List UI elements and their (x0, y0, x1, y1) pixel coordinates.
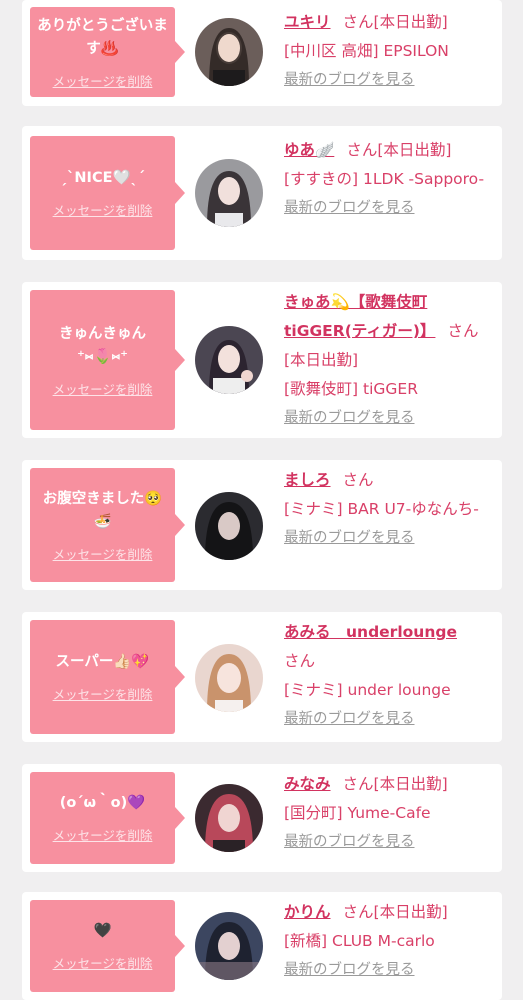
blog-link[interactable]: 最新のブログを見る (284, 828, 496, 857)
message-bubble: 🖤 メッセージを削除 (30, 900, 175, 992)
cast-honorific: さん[本日出勤] (342, 13, 448, 31)
message-card: 🖤 メッセージを削除 かりん さん[本日出勤] [新橋] CLUB M-carlo… (22, 892, 502, 1000)
cast-name-link[interactable]: あみる underlounge (284, 623, 457, 641)
message-text: お腹空きました🥺🍜 (42, 490, 163, 530)
cast-honorific: さん (284, 652, 316, 670)
shop-name: [中川区 高畑] EPSILON (284, 42, 449, 60)
shop-name: [歌舞伎町] tiGGER (284, 380, 418, 398)
cast-name-link[interactable]: ましろ (284, 471, 331, 489)
message-card: ありがとうございます♨️ メッセージを削除 ユキリ さん[本日出勤] [中川区 高… (22, 0, 502, 106)
cast-name-link[interactable]: かりん (284, 903, 331, 921)
cast-name-link[interactable]: ゆあ🪽 (284, 141, 334, 159)
cast-name-link[interactable]: ユキリ (284, 13, 331, 31)
blog-link[interactable]: 最新のブログを見る (284, 956, 496, 985)
message-bubble: (o´ω｀o)💜 メッセージを削除 (30, 772, 175, 864)
avatar[interactable] (195, 644, 263, 712)
delete-message-link[interactable]: メッセージを削除 (53, 379, 153, 398)
blog-link[interactable]: 最新のブログを見る (284, 66, 496, 95)
shop-name: [新橋] CLUB M-carlo (284, 932, 435, 950)
shop-name: [ミナミ] BAR U7-ゆなんち- (284, 500, 479, 518)
avatar[interactable] (195, 784, 263, 852)
message-text: スーパー👍🏻💖 (55, 654, 150, 670)
message-card: きゅんきゅん⁺⑅🌷⑅⁺ メッセージを削除 きゅあ💫【歌舞伎町tiGGER(ティガ… (22, 282, 502, 438)
avatar[interactable] (195, 18, 263, 86)
message-bubble: ありがとうございます♨️ メッセージを削除 (30, 7, 175, 97)
blog-link[interactable]: 最新のブログを見る (284, 194, 496, 223)
message-text: きゅんきゅん⁺⑅🌷⑅⁺ (59, 325, 146, 365)
cast-info: あみる underlounge さん [ミナミ] under lounge 最新… (284, 618, 496, 734)
cast-honorific: さん[本日出勤] (346, 141, 452, 159)
delete-message-link[interactable]: メッセージを削除 (53, 71, 153, 90)
message-text: 🖤 (93, 923, 112, 939)
cast-name-link[interactable]: みなみ (284, 775, 331, 793)
cast-info: みなみ さん[本日出勤] [国分町] Yume-Cafe 最新のブログを見る (284, 770, 496, 857)
message-text: (o´ω｀o)💜 (59, 795, 146, 811)
message-card: スーパー👍🏻💖 メッセージを削除 あみる underlounge さん [ミナミ… (22, 612, 502, 742)
cast-honorific: さん (342, 471, 374, 489)
delete-message-link[interactable]: メッセージを削除 (53, 200, 153, 219)
cast-name-link[interactable]: きゅあ💫【歌舞伎町tiGGER(ティガー)】 (284, 293, 435, 340)
message-card: ˏˋNICE🤍ˎˊ メッセージを削除 ゆあ🪽 さん[本日出勤] [すすきの] 1L… (22, 126, 502, 260)
cast-info: きゅあ💫【歌舞伎町tiGGER(ティガー)】 さん[本日出勤] [歌舞伎町] ti… (284, 288, 496, 433)
cast-honorific: さん[本日出勤] (342, 775, 448, 793)
cast-info: ゆあ🪽 さん[本日出勤] [すすきの] 1LDK -Sapporo- 最新のブログ… (284, 136, 496, 223)
message-card: (o´ω｀o)💜 メッセージを削除 みなみ さん[本日出勤] [国分町] Yume… (22, 764, 502, 872)
blog-link[interactable]: 最新のブログを見る (284, 705, 496, 734)
message-card: お腹空きました🥺🍜 メッセージを削除 ましろ さん [ミナミ] BAR U7-ゆな… (22, 460, 502, 590)
delete-message-link[interactable]: メッセージを削除 (53, 825, 153, 844)
cast-info: ユキリ さん[本日出勤] [中川区 高畑] EPSILON 最新のブログを見る (284, 8, 496, 95)
avatar[interactable] (195, 159, 263, 227)
cast-info: かりん さん[本日出勤] [新橋] CLUB M-carlo 最新のブログを見る (284, 898, 496, 985)
blog-link[interactable]: 最新のブログを見る (284, 524, 496, 553)
message-bubble: きゅんきゅん⁺⑅🌷⑅⁺ メッセージを削除 (30, 290, 175, 430)
cast-info: ましろ さん [ミナミ] BAR U7-ゆなんち- 最新のブログを見る (284, 466, 496, 553)
delete-message-link[interactable]: メッセージを削除 (53, 684, 153, 703)
message-bubble: お腹空きました🥺🍜 メッセージを削除 (30, 468, 175, 582)
message-bubble: スーパー👍🏻💖 メッセージを削除 (30, 620, 175, 734)
blog-link[interactable]: 最新のブログを見る (284, 404, 496, 433)
shop-name: [国分町] Yume-Cafe (284, 804, 431, 822)
shop-name: [すすきの] 1LDK -Sapporo- (284, 170, 485, 188)
message-text: ありがとうございます♨️ (37, 17, 168, 57)
avatar[interactable] (195, 912, 263, 980)
avatar[interactable] (195, 326, 263, 394)
message-text: ˏˋNICE🤍ˎˊ (59, 170, 146, 186)
cast-honorific: さん[本日出勤] (342, 903, 448, 921)
delete-message-link[interactable]: メッセージを削除 (53, 953, 153, 972)
avatar[interactable] (195, 492, 263, 560)
delete-message-link[interactable]: メッセージを削除 (53, 544, 153, 563)
shop-name: [ミナミ] under lounge (284, 681, 451, 699)
message-bubble: ˏˋNICE🤍ˎˊ メッセージを削除 (30, 136, 175, 250)
